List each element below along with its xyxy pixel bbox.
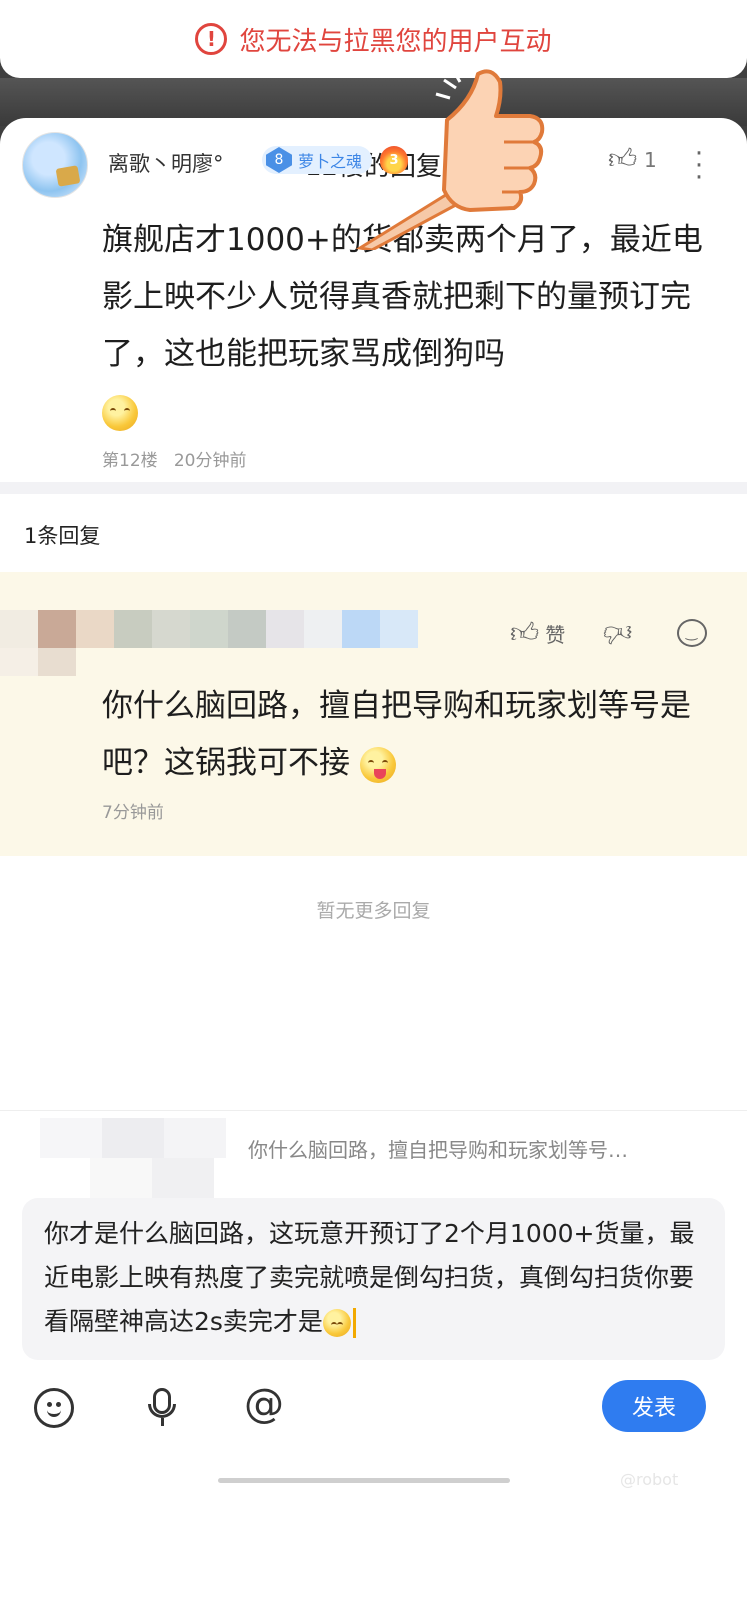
post-time: 20分钟前 bbox=[173, 451, 247, 471]
comment-draft[interactable]: 你才是什么脑回路，这玩意开预订了2个月1000+货量，最近电影上映有热度了卖完就… bbox=[44, 1219, 694, 1336]
no-more-replies: 暂无更多回复 bbox=[316, 900, 431, 922]
compose-divider bbox=[0, 1110, 747, 1111]
reply-count: 1条回复 bbox=[24, 524, 101, 548]
smile-emoji-icon bbox=[322, 1309, 351, 1337]
microphone-icon[interactable] bbox=[142, 1388, 182, 1428]
thumbs-down-icon[interactable]: 👍︎ bbox=[603, 616, 632, 650]
error-toast: ! 您无法与拉黑您的用户互动 bbox=[0, 0, 747, 78]
alert-circle-icon: ! bbox=[195, 23, 228, 55]
reply-body: 你什么脑回路，擅自把导购和玩家划等号是吧？这锅我可不接 bbox=[102, 678, 722, 792]
section-divider bbox=[0, 482, 747, 494]
comment-input[interactable]: 你才是什么脑回路，这玩意开预订了2个月1000+货量，最近电影上映有热度了卖完就… bbox=[22, 1198, 725, 1360]
thumbs-up-icon[interactable]: 👍︎ bbox=[608, 142, 637, 176]
watermark: @robot bbox=[620, 1470, 679, 1489]
post-meta: 第12楼 20分钟前 bbox=[102, 446, 247, 471]
toast-text: 您无法与拉黑您的用户互动 bbox=[239, 26, 552, 57]
post-text: 旗舰店才1000+的货都卖两个月了，最近电影上映不少人觉得真香就把剩下的量预订完… bbox=[102, 222, 703, 372]
quoted-reply: 你什么脑回路，擅自把导购和玩家划等号… bbox=[248, 1138, 628, 1162]
floor-number: 第12楼 bbox=[102, 451, 158, 471]
reply-time: 7分钟前 bbox=[102, 803, 164, 823]
comment-input-text[interactable]: 你才是什么脑回路，这玩意开预订了2个月1000+货量，最近电影上映有热度了卖完就… bbox=[44, 1212, 704, 1344]
post-body: 旗舰店才1000+的货都卖两个月了，最近电影上映不少人觉得真香就把剩下的量预订完… bbox=[102, 212, 722, 440]
mention-icon[interactable]: @ bbox=[244, 1381, 284, 1427]
emoji-icon[interactable] bbox=[34, 1388, 74, 1428]
fire-badge-icon: 3 bbox=[380, 146, 408, 174]
like-label[interactable]: 赞 bbox=[545, 619, 565, 648]
reply-item[interactable]: 👍︎ 赞 👍︎ ‿ 你什么脑回路，擅自把导购和玩家划等号是吧？这锅我可不接 7分… bbox=[0, 572, 747, 856]
level-number: 8 bbox=[266, 147, 292, 173]
more-vertical-icon[interactable]: · · · bbox=[694, 141, 704, 191]
pixelated-name bbox=[0, 648, 76, 676]
home-indicator bbox=[218, 1478, 510, 1483]
reply-sheet: 12楼的回复 离歌丶明廖° 8 萝卜之魂 3 👍︎ 1 · · · 旗舰店才1000… bbox=[0, 118, 747, 1611]
level-title: 萝卜之魂 bbox=[298, 152, 363, 171]
username[interactable]: 离歌丶明廖° bbox=[108, 148, 224, 178]
pixelated-quote-name bbox=[90, 1158, 214, 1198]
pixelated-quote-name bbox=[40, 1118, 226, 1158]
pixelated-avatar bbox=[0, 610, 418, 648]
avatar[interactable] bbox=[22, 132, 88, 198]
text-caret bbox=[352, 1308, 356, 1338]
reply-text: 你什么脑回路，擅自把导购和玩家划等号是吧？这锅我可不接 bbox=[102, 688, 691, 781]
tongue-emoji-icon bbox=[359, 746, 396, 783]
comment-icon[interactable]: ‿ bbox=[676, 619, 707, 647]
thumbs-up-icon[interactable]: 👍︎ bbox=[510, 616, 539, 650]
send-button[interactable]: 发表 bbox=[602, 1380, 706, 1432]
like-count: 1 bbox=[644, 148, 657, 172]
level-badge: 8 萝卜之魂 bbox=[262, 146, 373, 174]
reply-actions: 👍︎ 赞 👍︎ ‿ bbox=[510, 616, 707, 650]
smile-emoji-icon bbox=[102, 394, 138, 431]
